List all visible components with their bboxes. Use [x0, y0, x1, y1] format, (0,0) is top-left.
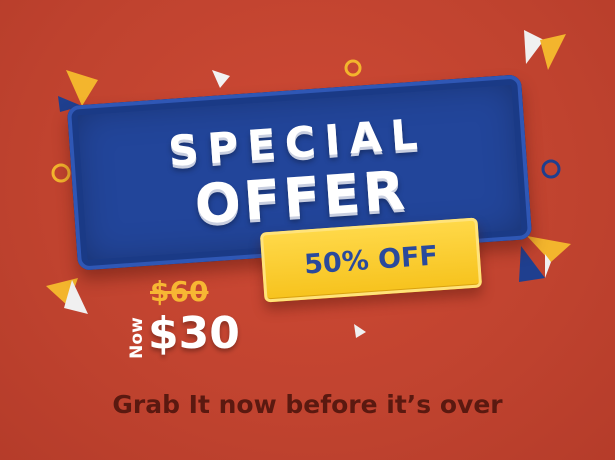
tagline: Grab It now before it’s over [112, 390, 503, 419]
confetti-right-icon [519, 236, 571, 282]
confetti-small-white-icon [212, 70, 230, 88]
now-label: Now [127, 317, 147, 359]
ring-right-icon [541, 159, 561, 179]
confetti-left-icon [46, 278, 88, 314]
promo-banner: SPECIAL OFFER 50% OFF $60 Now $30 Grab I… [0, 0, 615, 460]
old-price: $60 [150, 275, 209, 308]
confetti-small-bottom-icon [354, 324, 366, 338]
discount-badge-label: 50% OFF [303, 239, 439, 281]
ring-top-icon [344, 59, 362, 77]
confetti-top-right-icon [524, 30, 566, 70]
discount-badge: 50% OFF [259, 217, 483, 303]
ring-left-icon [51, 163, 71, 183]
new-price: $30 [148, 308, 240, 359]
